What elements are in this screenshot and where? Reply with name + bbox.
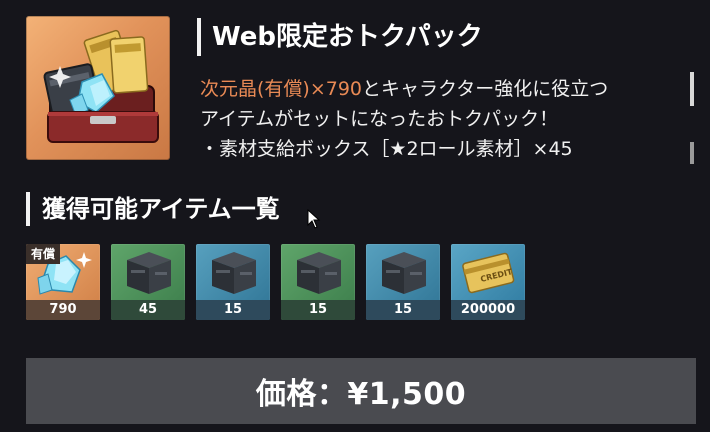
description-scrollbar[interactable]: [690, 72, 694, 164]
item-tile-material-box[interactable]: 15: [196, 244, 270, 320]
item-quantity: 790: [26, 300, 100, 320]
item-quantity: 15: [281, 300, 355, 320]
mouse-cursor-icon: [307, 209, 321, 229]
section-accent-bar: [26, 192, 30, 226]
description-line-1-rest: とキャラクター強化に役立つ: [362, 78, 609, 100]
crate-icon: [297, 252, 341, 294]
pack-description: 次元晶(有償)×790とキャラクター強化に役立つ アイテムがセットになったおトク…: [200, 74, 680, 164]
description-line-1: 次元晶(有償)×790とキャラクター強化に役立つ: [200, 74, 680, 104]
scrollbar-track-end: [690, 142, 694, 164]
item-tile-crystal[interactable]: 有償 790: [26, 244, 100, 320]
crate-icon: [382, 252, 426, 294]
price-button[interactable]: 価格：¥1,500: [26, 358, 696, 424]
paid-badge: 有償: [26, 244, 61, 264]
items-section-title: 獲得可能アイテム一覧: [42, 195, 280, 223]
item-quantity: 200000: [451, 300, 525, 320]
scrollbar-thumb[interactable]: [690, 72, 694, 106]
item-tile-material-box[interactable]: 15: [281, 244, 355, 320]
item-tile-material-box[interactable]: 45: [111, 244, 185, 320]
treasure-case-icon: [43, 29, 159, 143]
item-tile-credit[interactable]: CREDIT 200000: [451, 244, 525, 320]
currency-highlight: 次元晶(有償)×790: [200, 78, 363, 100]
description-line-3: ・素材支給ボックス［★2ロール素材］×45: [200, 138, 573, 160]
item-quantity: 15: [196, 300, 270, 320]
description-line-2: アイテムがセットになったおトクパック！: [200, 108, 559, 130]
pack-image: [26, 16, 170, 160]
item-quantity: 45: [111, 300, 185, 320]
item-quantity: 15: [366, 300, 440, 320]
title-accent-bar: [197, 18, 201, 56]
credit-card-icon: CREDIT: [462, 252, 515, 294]
item-tile-material-box[interactable]: 15: [366, 244, 440, 320]
crate-icon: [212, 252, 256, 294]
price-label: 価格：¥1,500: [255, 377, 467, 412]
crate-icon: [127, 252, 171, 294]
pack-title: Web限定おトクパック: [212, 22, 483, 52]
